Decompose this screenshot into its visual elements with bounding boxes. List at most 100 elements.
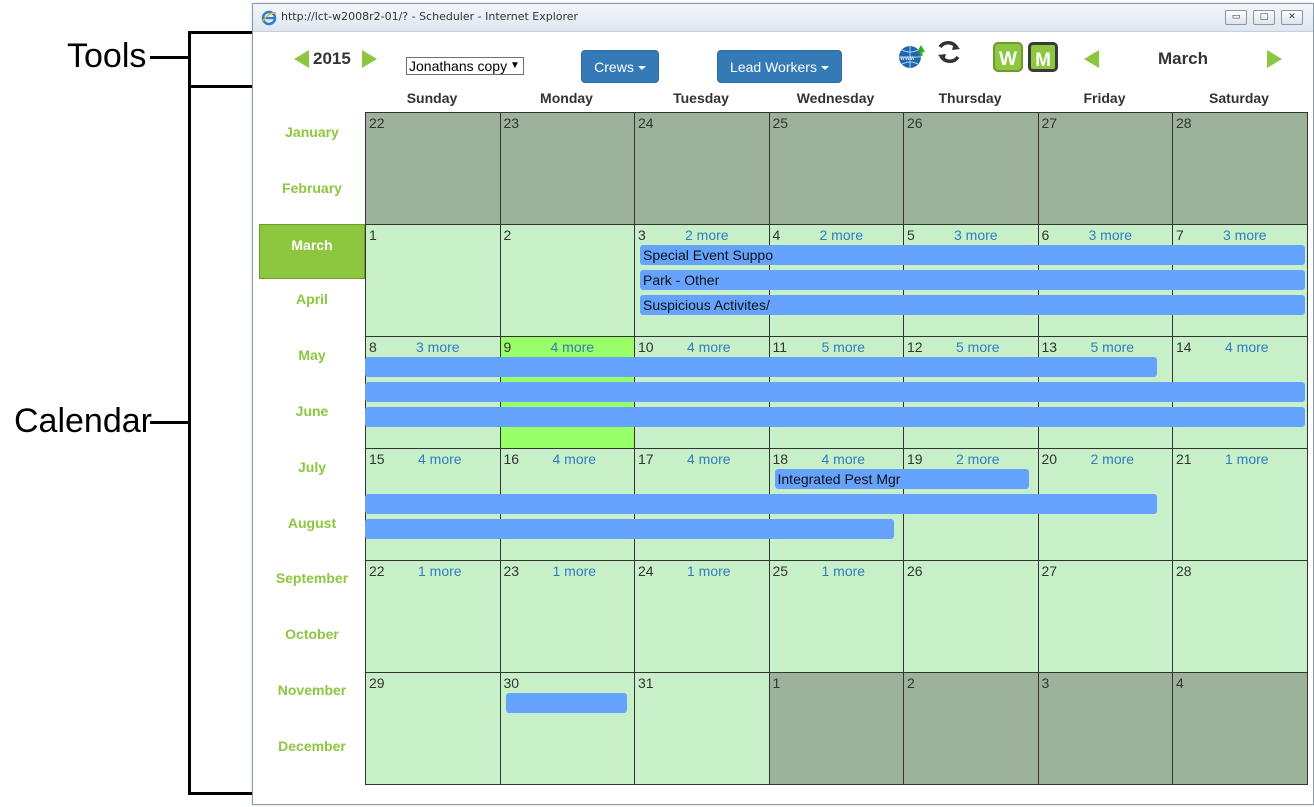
- month-item-january[interactable]: January: [259, 121, 365, 143]
- day-number: 8: [369, 339, 377, 355]
- month-item-june[interactable]: June: [259, 400, 365, 422]
- event-bar[interactable]: [365, 357, 1157, 377]
- calendar-day-cell[interactable]: 23: [499, 112, 635, 225]
- previous-year-arrow-icon[interactable]: [294, 50, 309, 68]
- more-events-link[interactable]: 1 more: [687, 563, 731, 579]
- day-number: 25: [772, 115, 789, 131]
- day-number: 2: [503, 227, 512, 243]
- more-events-link[interactable]: 4 more: [418, 451, 462, 467]
- calendar-day-cell[interactable]: 27: [1037, 560, 1173, 673]
- week-view-button[interactable]: W: [993, 42, 1023, 72]
- month-view-button[interactable]: M: [1028, 42, 1058, 72]
- more-events-link[interactable]: 3 more: [416, 339, 460, 355]
- month-item-july[interactable]: July: [259, 456, 365, 478]
- event-bar[interactable]: [505, 693, 627, 713]
- calendar-day-cell[interactable]: 28: [1172, 112, 1308, 225]
- more-events-link[interactable]: 3 more: [1223, 227, 1267, 243]
- event-bar[interactable]: [365, 494, 1157, 514]
- day-number: 21: [1176, 451, 1192, 467]
- day-number: 3: [638, 227, 646, 243]
- more-events-link[interactable]: 2 more: [685, 227, 729, 243]
- calendar-day-cell[interactable]: 21 1 more: [1172, 448, 1308, 561]
- more-events-link[interactable]: 1 more: [553, 563, 597, 579]
- calendar-day-cell[interactable]: 26: [903, 112, 1039, 225]
- more-events-link[interactable]: 2 more: [820, 227, 864, 243]
- more-events-link[interactable]: 5 more: [1091, 339, 1135, 355]
- month-item-may[interactable]: May: [259, 344, 365, 366]
- month-item-december[interactable]: December: [259, 735, 365, 757]
- day-number: 24: [638, 563, 654, 579]
- more-events-link[interactable]: 5 more: [956, 339, 1000, 355]
- month-item-august[interactable]: August: [259, 512, 365, 534]
- more-events-link[interactable]: 4 more: [822, 451, 866, 467]
- more-events-link[interactable]: 1 more: [418, 563, 462, 579]
- title-bar: http://lct-w2008r2-01/? - Scheduler - In…: [253, 4, 1313, 32]
- close-button[interactable]: ✕: [1281, 10, 1303, 25]
- calendar-day-cell[interactable]: 23 1 more: [499, 560, 635, 673]
- calendar-day-cell[interactable]: 22: [365, 112, 501, 225]
- more-events-link[interactable]: 3 more: [1089, 227, 1133, 243]
- calendar-day-cell[interactable]: 28: [1172, 560, 1308, 673]
- calendar-day-cell[interactable]: 1: [768, 672, 904, 785]
- more-events-link[interactable]: 4 more: [687, 451, 731, 467]
- next-month-arrow-icon[interactable]: [1267, 50, 1282, 68]
- month-item-february[interactable]: February: [259, 177, 365, 199]
- previous-month-arrow-icon[interactable]: [1084, 50, 1099, 68]
- more-events-link[interactable]: 2 more: [956, 451, 1000, 467]
- calendar-day-cell[interactable]: 24: [634, 112, 770, 225]
- more-events-link[interactable]: 1 more: [822, 563, 866, 579]
- restore-button[interactable]: □: [1253, 10, 1275, 25]
- crews-button[interactable]: Crews: [581, 50, 659, 83]
- calendar-day-cell[interactable]: 22 1 more: [365, 560, 501, 673]
- calendar-day-cell[interactable]: 24 1 more: [634, 560, 770, 673]
- event-bar[interactable]: [365, 519, 895, 539]
- more-events-link[interactable]: 2 more: [1091, 451, 1135, 467]
- more-events-link[interactable]: 4 more: [687, 339, 731, 355]
- month-item-november[interactable]: November: [259, 679, 365, 701]
- day-number: 11: [772, 339, 788, 355]
- month-item-april[interactable]: April: [259, 288, 365, 310]
- calendar-day-cell[interactable]: 2: [903, 672, 1039, 785]
- calendar-day-cell[interactable]: 25 1 more: [768, 560, 904, 673]
- day-number: 28: [1176, 115, 1192, 131]
- event-bar[interactable]: Integrated Pest Mgr: [774, 469, 1029, 489]
- calendar-day-cell[interactable]: 25: [768, 112, 904, 225]
- more-events-link[interactable]: 1 more: [1225, 451, 1269, 467]
- more-events-link[interactable]: 4 more: [1225, 339, 1269, 355]
- lead-workers-button-label: Lead Workers: [730, 59, 817, 75]
- calendar-annotation-line: [150, 421, 190, 424]
- event-bar[interactable]: [365, 382, 1305, 402]
- calendar-day-cell[interactable]: 27: [1037, 112, 1173, 225]
- crew-select[interactable]: Jonathans copy ▼: [406, 57, 524, 75]
- calendar-day-cell[interactable]: 3: [1037, 672, 1173, 785]
- event-bar[interactable]: [365, 407, 1305, 427]
- web-export-globe-icon[interactable]: www: [897, 42, 925, 70]
- lead-workers-button[interactable]: Lead Workers: [717, 50, 842, 83]
- calendar-day-cell[interactable]: 2: [499, 224, 635, 337]
- day-number: 25: [772, 563, 789, 579]
- more-events-link[interactable]: 5 more: [822, 339, 866, 355]
- more-events-link[interactable]: 4 more: [553, 451, 597, 467]
- more-events-link[interactable]: 3 more: [954, 227, 998, 243]
- minimize-button[interactable]: ▭: [1225, 10, 1247, 25]
- day-number: 26: [907, 115, 923, 131]
- week-view-label: W: [999, 49, 1017, 70]
- refresh-icon[interactable]: [935, 38, 963, 66]
- month-item-september[interactable]: September: [259, 567, 365, 589]
- next-year-arrow-icon[interactable]: [362, 50, 377, 68]
- calendar-day-cell[interactable]: 4: [1172, 672, 1308, 785]
- day-number: 2: [907, 675, 915, 691]
- calendar-day-cell[interactable]: 30: [499, 672, 635, 785]
- calendar-day-cell[interactable]: 29: [365, 672, 501, 785]
- month-item-october[interactable]: October: [259, 623, 365, 645]
- calendar-day-cell[interactable]: 1: [365, 224, 501, 337]
- month-item-march[interactable]: March: [259, 224, 365, 279]
- more-events-link[interactable]: 4 more: [551, 339, 595, 355]
- calendar-day-cell[interactable]: 31: [634, 672, 770, 785]
- day-number: 12: [907, 339, 923, 355]
- event-bar[interactable]: Park - Other: [640, 270, 1305, 290]
- calendar-day-cell[interactable]: 26: [903, 560, 1039, 673]
- event-bar[interactable]: Suspicious Activites/: [640, 295, 1305, 315]
- day-number: 20: [1041, 451, 1058, 467]
- event-bar[interactable]: Special Event Suppo: [640, 245, 1305, 265]
